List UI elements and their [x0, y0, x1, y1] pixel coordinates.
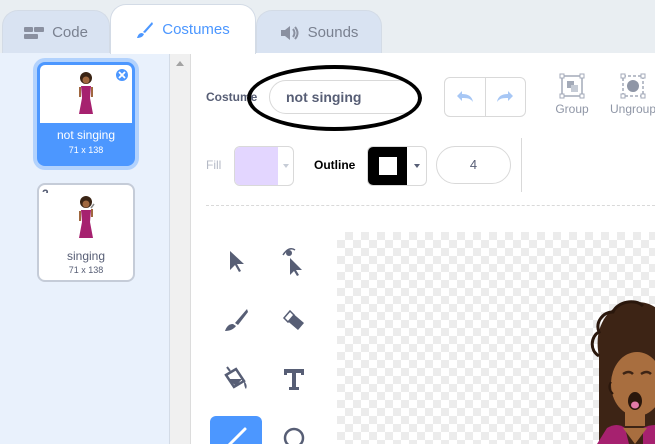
fill-color-swatch	[235, 147, 278, 185]
redo-icon	[497, 91, 514, 102]
tab-bar: Code Costumes Sounds	[0, 0, 655, 54]
reshape-icon	[282, 248, 302, 276]
eraser-tool[interactable]	[268, 298, 320, 342]
fill-color-picker[interactable]	[234, 146, 294, 186]
costume-item-singing[interactable]: 2 singing 71 x 138	[37, 183, 135, 282]
brush-icon	[225, 309, 248, 331]
costume-size: 71 x 138	[68, 265, 104, 275]
fill-label: Fill	[206, 158, 222, 172]
outline-width-input[interactable]: 4	[436, 146, 511, 184]
outline-color-swatch	[368, 147, 407, 185]
group-icon	[559, 73, 585, 99]
group-label: Group	[555, 102, 589, 116]
brush-tool[interactable]	[210, 298, 262, 342]
select-icon	[230, 251, 244, 272]
text-icon	[284, 369, 304, 390]
singer-costume-image	[590, 300, 655, 444]
tab-costumes-label: Costumes	[162, 21, 230, 38]
eraser-icon	[282, 309, 304, 330]
ungroup-label: Ungroup	[609, 102, 655, 116]
speaker-icon	[280, 25, 300, 41]
costume-name-input[interactable]: not singing	[269, 80, 419, 114]
undo-button[interactable]	[445, 78, 486, 116]
tab-sounds[interactable]: Sounds	[256, 10, 382, 54]
costume-name: not singing	[56, 128, 116, 142]
circle-icon	[283, 427, 305, 444]
undo-redo-group	[444, 77, 526, 117]
line-icon	[227, 427, 247, 444]
circle-tool[interactable]	[268, 416, 320, 444]
costume-number: 1	[43, 67, 50, 81]
tab-code[interactable]: Code	[2, 10, 110, 54]
costume-size: 71 x 138	[68, 145, 104, 155]
divider	[521, 138, 522, 192]
redo-button[interactable]	[486, 78, 526, 116]
chevron-down-icon	[278, 147, 293, 185]
line-tool[interactable]	[210, 416, 262, 444]
reshape-tool[interactable]	[268, 239, 320, 283]
singer-thumbnail-icon	[79, 196, 95, 238]
select-tool[interactable]	[210, 239, 262, 283]
costume-thumbnail	[41, 193, 131, 243]
costume-item-not-singing[interactable]: 1 not singing 71 x 138	[37, 62, 135, 166]
sidebar-scrollbar[interactable]	[170, 53, 191, 444]
group-button[interactable]: Group	[551, 73, 593, 116]
tab-code-label: Code	[52, 24, 88, 41]
outline-label: Outline	[314, 158, 356, 172]
close-icon	[118, 71, 126, 79]
ungroup-icon	[620, 73, 646, 99]
tab-sounds-label: Sounds	[307, 24, 359, 41]
fill-icon	[224, 366, 247, 389]
outline-color-picker[interactable]	[367, 146, 427, 186]
tab-costumes[interactable]: Costumes	[110, 4, 256, 54]
singer-thumbnail-icon	[79, 72, 93, 114]
ungroup-button[interactable]: Ungroup	[605, 73, 655, 116]
costume-list: 1 not singing 71 x 138 2 singing 71 x 13…	[0, 53, 170, 444]
text-tool[interactable]	[268, 357, 320, 401]
scroll-up-arrow-icon[interactable]	[176, 61, 184, 66]
fill-tool[interactable]	[210, 357, 262, 401]
drawing-canvas[interactable]	[337, 232, 655, 444]
undo-icon	[456, 91, 473, 102]
paint-editor: Costume not singing Group Ungroup Fill O…	[191, 53, 655, 444]
delete-costume-button[interactable]	[114, 67, 130, 83]
chevron-down-icon	[407, 147, 426, 185]
costume-name: singing	[66, 249, 106, 263]
costume-label: Costume	[206, 90, 258, 104]
brush-icon	[136, 21, 154, 39]
code-icon	[24, 26, 45, 40]
toolbar-separator	[206, 205, 655, 206]
